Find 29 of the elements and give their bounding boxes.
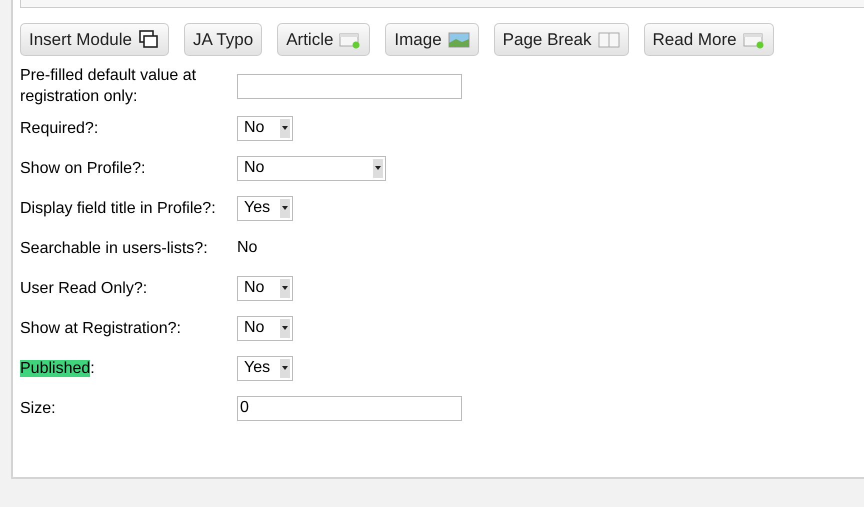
- field-label: Display field title in Profile?:: [20, 198, 217, 218]
- field-label: Published:: [20, 358, 96, 378]
- dropdown[interactable]: No: [237, 116, 293, 140]
- toolbar-button[interactable]: Read More: [644, 23, 774, 56]
- field-label: Size:: [20, 398, 57, 418]
- dropdown[interactable]: No: [237, 156, 386, 180]
- toolbar-button[interactable]: JA Typo: [184, 23, 262, 56]
- document-add-icon: [742, 30, 765, 48]
- field-value: No: [237, 238, 258, 258]
- dropdown[interactable]: No: [237, 316, 293, 340]
- windows-icon: [138, 28, 160, 50]
- dropdown[interactable]: Yes: [237, 196, 293, 220]
- text-field[interactable]: 0: [237, 396, 462, 420]
- toolbar-button[interactable]: Article: [277, 23, 370, 56]
- toolbar-button[interactable]: Insert Module: [20, 23, 169, 56]
- field-label: Show on Profile?:: [20, 158, 146, 178]
- field-label: Show at Registration?:: [20, 318, 182, 338]
- text-field[interactable]: [237, 74, 462, 98]
- image-icon: [448, 30, 470, 48]
- field-label: Required?:: [20, 118, 100, 138]
- field-label: User Read Only?:: [20, 278, 148, 298]
- split-page-icon: [598, 30, 620, 48]
- document-add-icon: [339, 30, 362, 48]
- toolbar-button[interactable]: Image: [385, 23, 479, 56]
- toolbar-button[interactable]: Page Break: [494, 23, 629, 56]
- dropdown[interactable]: No: [237, 276, 293, 300]
- field-label: Searchable in users-lists?:: [20, 238, 209, 258]
- dropdown[interactable]: Yes: [237, 356, 293, 380]
- field-label: Pre-filled default value at registration only:: [20, 66, 198, 107]
